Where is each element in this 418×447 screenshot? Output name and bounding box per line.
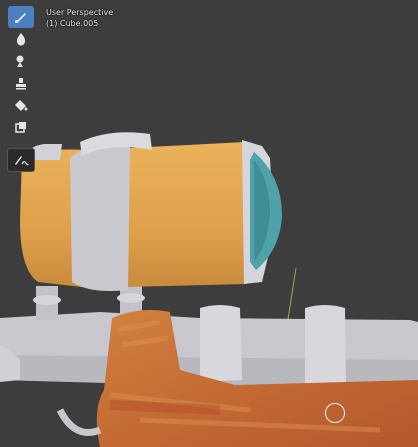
- annotate-icon: [13, 153, 29, 167]
- 3d-viewport[interactable]: User Perspective (1) Cube.005: [0, 0, 418, 447]
- blur-tool-button[interactable]: [8, 28, 34, 50]
- mask-tool-button[interactable]: [8, 116, 34, 138]
- active-object-label: (1) Cube.005: [46, 19, 99, 28]
- drop-icon: [14, 32, 28, 46]
- smear-icon: [14, 54, 28, 68]
- mask-icon: [14, 120, 28, 134]
- view-name-label: User Perspective: [46, 8, 114, 17]
- bucket-icon: [14, 98, 28, 112]
- brush-icon: [14, 10, 28, 24]
- tool-shelf: [6, 6, 36, 172]
- clone-tool-button[interactable]: [8, 72, 34, 94]
- scene-render: [0, 0, 418, 447]
- stamp-icon: [14, 76, 28, 90]
- brush-cursor-circle: [325, 403, 345, 423]
- fill-tool-button[interactable]: [8, 94, 34, 116]
- smear-tool-button[interactable]: [8, 50, 34, 72]
- draw-tool-button[interactable]: [8, 6, 34, 28]
- annotate-tool-button[interactable]: [7, 148, 35, 172]
